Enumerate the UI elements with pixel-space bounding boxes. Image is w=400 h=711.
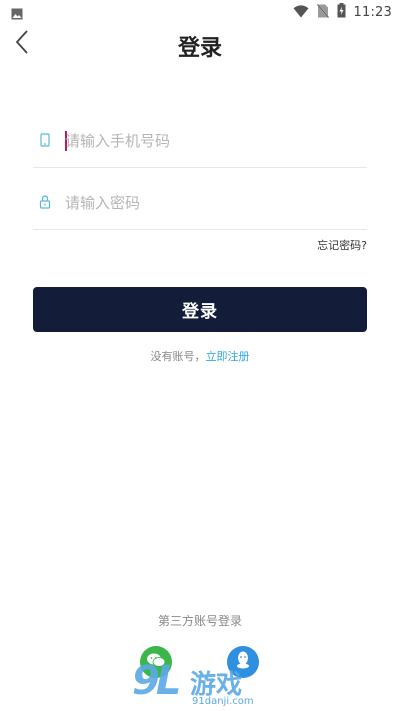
watermark-logo: 9L [132, 658, 181, 704]
phone-icon [37, 132, 53, 148]
login-screen: 11:23 登录 请输入手机号码 忘记密码? 登录 没有账号，立即注册 第三方账… [0, 0, 400, 711]
phone-input[interactable] [65, 117, 355, 165]
header: 登录 [0, 24, 400, 68]
status-time: 11:23 [353, 4, 392, 20]
password-input[interactable] [65, 179, 355, 227]
battery-charging-icon [337, 2, 346, 22]
register-row: 没有账号，立即注册 [0, 348, 400, 364]
watermark: 9L 游戏 91danji.com [128, 658, 278, 708]
image-icon [11, 5, 23, 24]
third-party-title: 第三方账号登录 [157, 614, 242, 628]
forgot-password-link[interactable]: 忘记密码? [317, 237, 367, 253]
status-icons: 11:23 [293, 2, 392, 22]
wifi-icon [293, 3, 309, 22]
register-prompt: 没有账号， [150, 350, 206, 363]
no-sim-icon [315, 3, 330, 22]
status-bar: 11:23 [0, 0, 400, 24]
password-field[interactable] [33, 179, 367, 230]
register-link[interactable]: 立即注册 [206, 350, 250, 363]
phone-field[interactable] [33, 117, 367, 168]
lock-icon [37, 194, 53, 210]
watermark-site: 91danji.com [192, 696, 254, 707]
page-title: 登录 [177, 36, 222, 61]
third-party-providers: 9L 游戏 91danji.com [0, 640, 400, 711]
login-button[interactable]: 登录 [33, 287, 367, 332]
